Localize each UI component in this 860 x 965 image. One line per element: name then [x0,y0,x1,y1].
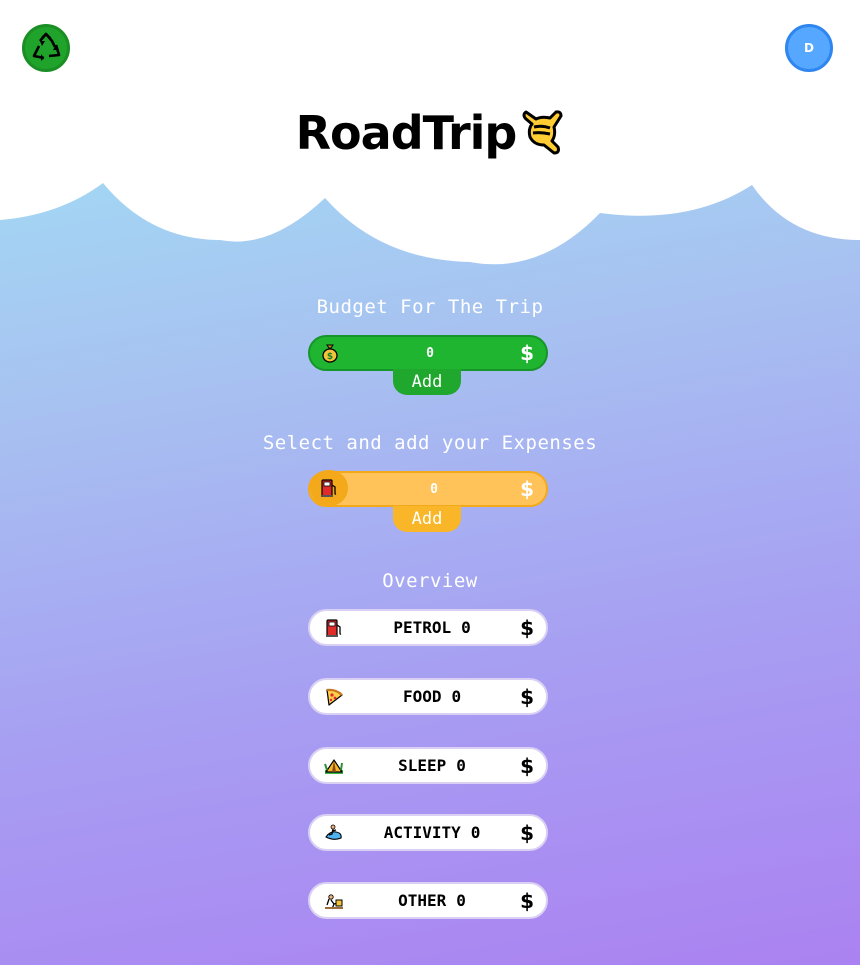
overview-item-name: SLEEP [398,756,447,775]
overview-label: Overview [382,570,478,592]
overview-item-amount: 0 [461,618,471,637]
overview-row-activity[interactable]: ACTIVITY 0 $ [308,814,548,851]
budget-label: Budget For The Trip [316,296,544,318]
overview-row-petrol[interactable]: PETROL 0 $ [308,609,548,646]
money-bag-icon: $ [322,344,338,363]
add-expense-button[interactable]: Add [393,506,461,532]
tent-icon [324,758,343,774]
app-title: RoadTrip [296,106,565,160]
recycle-icon [32,32,61,61]
overview-item-name: ACTIVITY [383,823,461,842]
add-budget-button[interactable]: Add [393,369,461,395]
overview-item-currency: $ [520,753,534,778]
overview-item-amount: 0 [456,891,466,910]
budget-currency: $ [520,341,534,365]
fuel-pump-icon [326,618,342,637]
overview-item-name: PETROL [393,618,452,637]
shaka-hand-icon [522,110,563,155]
fuel-pump-icon [321,479,337,497]
expenses-label: Select and add your Expenses [262,432,598,454]
overview-item-currency: $ [520,820,534,845]
overview-item-currency: $ [520,684,534,709]
app-title-text: RoadTrip [295,106,518,160]
budget-value[interactable]: 0 [340,346,520,361]
overview-item-amount: 0 [451,687,462,706]
recycle-logo-button[interactable] [22,24,70,72]
expense-input-pill[interactable]: 0 $ [308,470,548,507]
surf-icon [325,824,342,840]
user-avatar[interactable]: D [785,24,833,72]
overview-item-name: OTHER [398,891,447,910]
overview-row-other[interactable]: OTHER 0 $ [308,882,548,919]
svg-text:$: $ [327,352,333,362]
expense-category-selector[interactable] [310,470,348,506]
avatar-initial: D [804,41,814,55]
expense-currency: $ [520,477,534,501]
overview-item-name: FOOD [402,687,442,706]
overview-item-currency: $ [520,615,534,640]
overview-item-amount: 0 [470,823,481,842]
overview-row-food[interactable]: FOOD 0 $ [308,678,548,715]
overview-row-sleep[interactable]: SLEEP 0 $ [308,747,548,784]
overview-item-currency: $ [520,888,534,913]
pizza-icon [326,688,343,706]
budget-input-pill[interactable]: $ 0 $ [308,335,548,371]
expense-value[interactable]: 0 [348,482,520,497]
misc-icon [325,893,343,909]
overview-item-amount: 0 [456,756,466,775]
